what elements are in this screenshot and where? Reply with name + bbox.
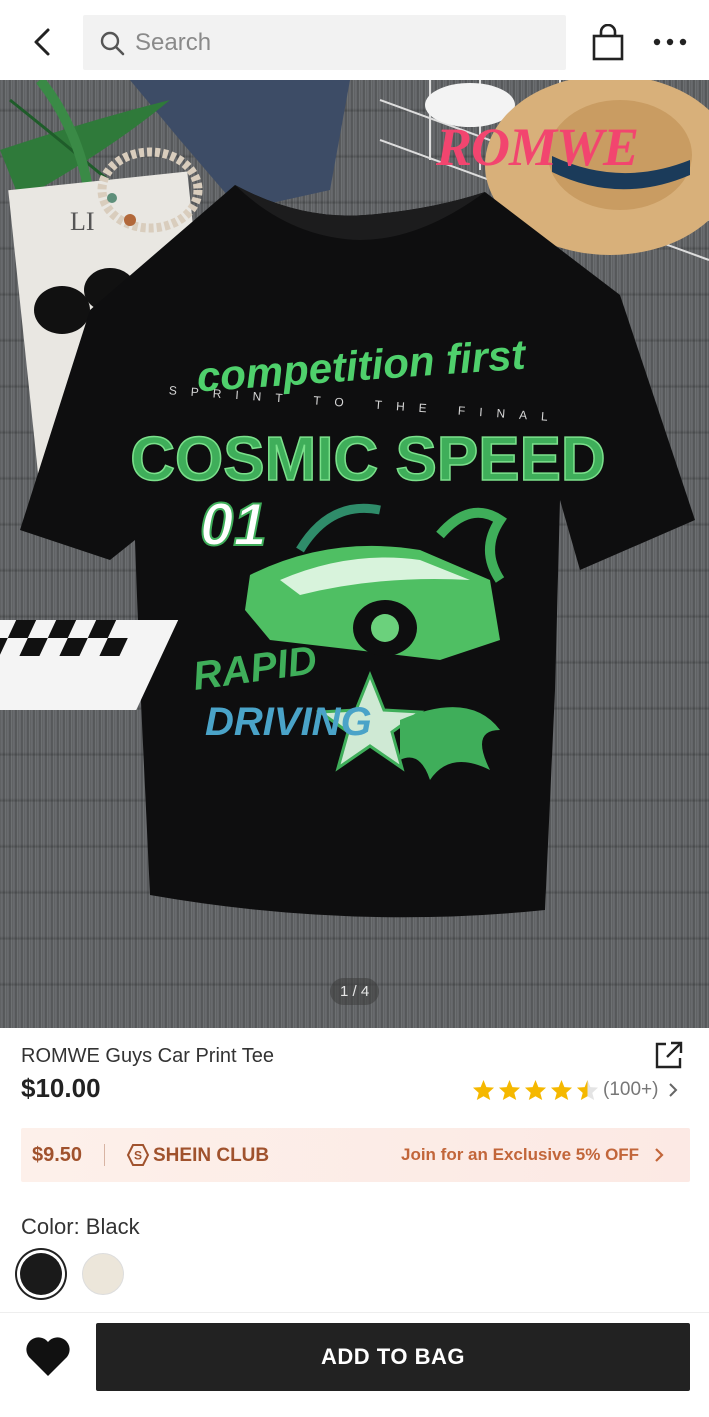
club-divider <box>104 1144 105 1166</box>
magazine-title: LI <box>70 207 95 236</box>
product-image-carousel[interactable]: LI competition first SPRINT TO THE FINAL <box>0 80 709 1028</box>
brand-watermark: ROMWE <box>436 117 639 177</box>
rating-stars <box>472 1079 599 1101</box>
search-input[interactable]: Search <box>83 15 566 70</box>
search-icon <box>100 31 125 56</box>
star-icon <box>524 1079 547 1101</box>
color-label: Color: Black <box>21 1214 140 1239</box>
star-icon <box>498 1079 521 1101</box>
shopping-bag-icon <box>592 23 624 61</box>
star-icon <box>550 1079 573 1101</box>
club-price: $9.50 <box>32 1144 83 1166</box>
more-dots-icon <box>653 38 687 46</box>
chevron-right-icon <box>669 1083 678 1097</box>
shopping-bag-button[interactable] <box>590 23 626 62</box>
half-star-icon <box>576 1079 599 1101</box>
share-button[interactable] <box>652 1038 686 1072</box>
club-name: SHEIN CLUB <box>153 1145 270 1166</box>
search-placeholder: Search <box>135 29 212 56</box>
back-button[interactable] <box>22 22 62 62</box>
add-to-bag-button[interactable]: ADD TO BAG <box>96 1323 690 1391</box>
rating-count: (100+) <box>603 1079 659 1100</box>
share-icon <box>655 1041 683 1069</box>
image-counter: 1 / 4 <box>330 978 380 1005</box>
color-swatch-black[interactable] <box>20 1253 62 1295</box>
star-icon <box>472 1079 495 1101</box>
product-photo: LI competition first SPRINT TO THE FINAL <box>0 80 709 918</box>
wishlist-button[interactable] <box>24 1334 72 1378</box>
heart-icon <box>26 1337 70 1376</box>
club-join-link[interactable]: Join for an Exclusive 5% OFF <box>401 1145 639 1165</box>
divider <box>0 1312 709 1313</box>
print-line3: COSMIC SPEED <box>130 425 605 494</box>
color-swatch-beige[interactable] <box>82 1253 124 1295</box>
back-arrow-icon <box>34 28 50 56</box>
print-line5: DRIVING <box>205 700 372 744</box>
rating-summary[interactable]: (100+) <box>472 1076 678 1104</box>
chevron-right-icon <box>655 1148 664 1162</box>
more-options-button[interactable] <box>648 30 692 54</box>
print-number: 01 <box>200 491 267 558</box>
shein-club-logo-icon: S <box>126 1144 150 1166</box>
product-title: ROMWE Guys Car Print Tee <box>21 1045 275 1067</box>
top-nav-bar: Search <box>0 0 709 84</box>
shein-club-banner[interactable]: $9.50 S SHEIN CLUB Join for an Exclusive… <box>21 1128 690 1182</box>
product-price: $10.00 <box>21 1073 101 1103</box>
svg-text:S: S <box>134 1149 142 1163</box>
